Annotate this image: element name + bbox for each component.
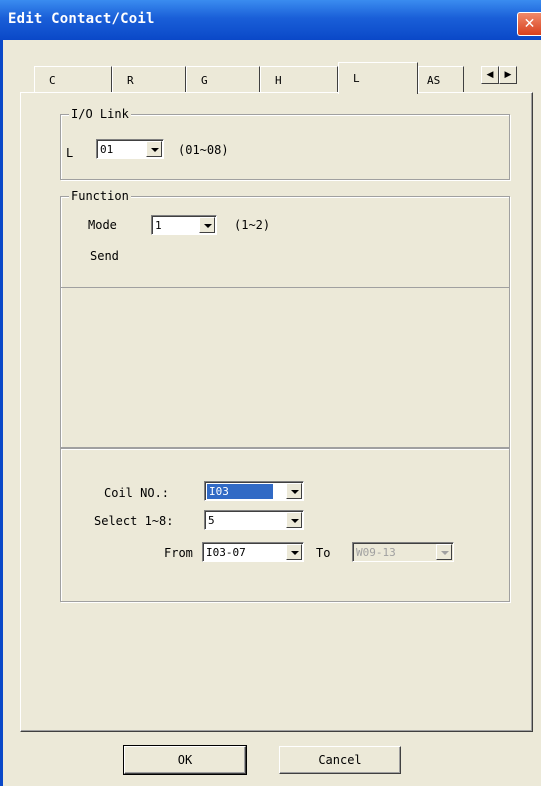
io-link-value: 01	[100, 143, 114, 156]
tab-r[interactable]: R	[112, 66, 186, 92]
close-icon: ✕	[523, 16, 536, 32]
to-label: To	[316, 546, 331, 560]
tab-l[interactable]: L	[338, 62, 418, 94]
function-divider	[61, 287, 509, 448]
chevron-down-icon[interactable]	[199, 217, 215, 233]
select-value: 5	[208, 514, 215, 527]
cancel-button[interactable]: Cancel	[279, 746, 401, 774]
chevron-down-icon[interactable]	[286, 512, 302, 528]
mode-text: Send	[90, 249, 119, 263]
io-link-select[interactable]: 01	[96, 139, 164, 159]
coil-no-label: Coil NO.:	[104, 486, 170, 500]
function-group-title: Function	[69, 189, 131, 203]
coil-no-select[interactable]: I03	[204, 481, 304, 501]
tab-g-label: G	[201, 74, 208, 87]
title-bar: Edit Contact/Coil ✕	[0, 0, 541, 40]
tab-as[interactable]: AS	[418, 66, 464, 92]
tab-scroll-right-button[interactable]: ▶	[499, 66, 517, 84]
tab-h[interactable]: H	[260, 66, 338, 92]
io-link-label: L	[66, 146, 74, 160]
arrow-right-icon: ▶	[504, 70, 512, 80]
io-link-range: (01~08)	[178, 143, 229, 157]
chevron-down-icon[interactable]	[146, 141, 162, 157]
window-title: Edit Contact/Coil	[8, 11, 155, 27]
tab-r-label: R	[127, 74, 134, 87]
from-label: From	[164, 546, 193, 560]
to-select: W09-13	[352, 542, 454, 562]
select-1-8-select[interactable]: 5	[204, 510, 304, 530]
select-label: Select 1~8:	[94, 514, 174, 528]
from-select[interactable]: I03-07	[202, 542, 304, 562]
io-link-group-title: I/O Link	[69, 107, 131, 121]
mode-label: Mode	[88, 218, 117, 232]
ok-button[interactable]: OK	[123, 745, 247, 775]
coil-no-value: I03	[207, 484, 273, 499]
window-frame	[0, 40, 3, 786]
chevron-down-icon[interactable]	[286, 483, 302, 499]
tab-c[interactable]: C	[34, 66, 112, 92]
mode-value: 1	[155, 219, 162, 232]
from-value: I03-07	[206, 546, 246, 559]
mode-range: (1~2)	[234, 218, 271, 232]
tab-as-label: AS	[427, 74, 441, 87]
arrow-left-icon: ◀	[486, 70, 494, 80]
tab-scroll-left-button[interactable]: ◀	[481, 66, 499, 84]
close-button[interactable]: ✕	[517, 12, 541, 36]
to-value: W09-13	[356, 546, 396, 559]
tab-l-label: L	[353, 72, 360, 85]
tab-h-label: H	[275, 74, 282, 87]
tab-g[interactable]: G	[186, 66, 260, 92]
chevron-down-icon	[436, 544, 452, 560]
chevron-down-icon[interactable]	[286, 544, 302, 560]
mode-select[interactable]: 1	[151, 215, 217, 235]
tab-c-label: C	[49, 74, 56, 87]
